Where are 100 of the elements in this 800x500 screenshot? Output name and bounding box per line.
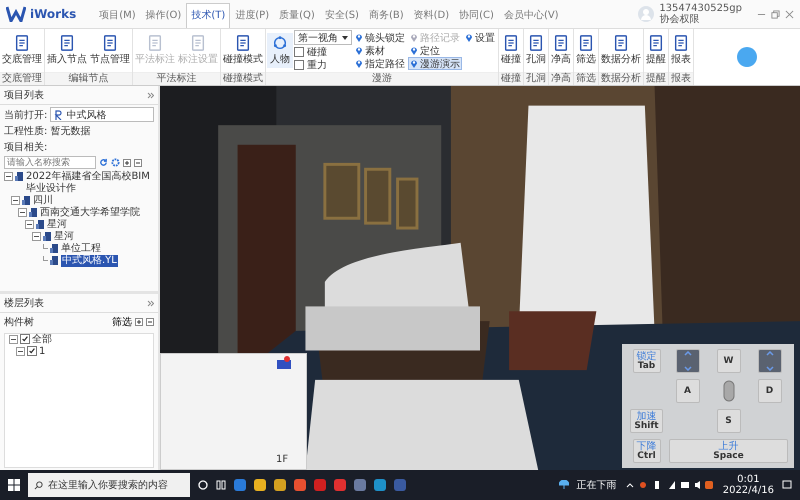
toolbar-button[interactable]: 提醒 xyxy=(645,34,667,67)
checkbox-option[interactable]: 碰撞 xyxy=(294,46,352,58)
checkbox[interactable] xyxy=(20,334,30,344)
filter-button[interactable]: 筛选 xyxy=(112,315,132,329)
person-button[interactable]: 人物 xyxy=(267,33,293,68)
toolbar-button[interactable]: 碰撞模式 xyxy=(222,34,264,67)
collapse-icon[interactable] xyxy=(11,196,20,205)
menu-tab[interactable]: 进度(P) xyxy=(230,3,274,28)
key-button[interactable]: 下降 Ctrl xyxy=(632,439,660,463)
toolbar-button[interactable]: 数据分析 xyxy=(600,34,642,67)
minus-icon[interactable] xyxy=(146,318,154,326)
document-icon xyxy=(147,35,163,51)
tree-item[interactable]: 中式风格.YL xyxy=(61,255,118,267)
project-dropdown[interactable]: 中式风格 xyxy=(50,107,154,122)
key-button[interactable]: 锁定 Tab xyxy=(632,349,660,373)
collapse-icon[interactable] xyxy=(32,232,41,241)
settings-icon[interactable] xyxy=(111,158,120,167)
circle-icon[interactable] xyxy=(198,480,208,490)
key-button[interactable]: 加速 Shift xyxy=(630,409,663,433)
plus-icon[interactable] xyxy=(135,318,143,326)
field-label: 工程性质: xyxy=(4,124,48,138)
pin-icon xyxy=(465,33,473,42)
tree-item[interactable]: 西南交通大学希望学院 xyxy=(40,207,140,219)
menu-tab[interactable]: 资料(D) xyxy=(408,3,454,28)
collapse-icon[interactable] xyxy=(25,220,34,229)
key-button[interactable]: 上升 Space xyxy=(669,439,788,463)
toolbar-button[interactable]: 节点管理 xyxy=(89,34,131,67)
minimap-panel[interactable]: 1F xyxy=(160,353,307,470)
key-button[interactable]: A xyxy=(676,379,700,403)
view-dropdown[interactable]: 第一视角 xyxy=(294,30,352,45)
plus-icon[interactable] xyxy=(123,158,131,166)
search-icon xyxy=(34,480,43,490)
refresh-icon[interactable] xyxy=(99,158,108,167)
toolbar-button[interactable]: 交底管理 xyxy=(1,34,43,67)
building-icon xyxy=(50,243,59,253)
tree-item[interactable]: 2022年福建省全国高校BIM毕业设计作 xyxy=(26,171,158,195)
minus-icon[interactable] xyxy=(134,158,142,166)
key-button[interactable]: W xyxy=(716,349,740,373)
tree-item[interactable]: 星河 xyxy=(54,231,74,243)
taskbar-app-icon-row-drawing[interactable] xyxy=(234,479,406,491)
toolbar-button[interactable]: 插入节点 xyxy=(46,34,88,67)
menu-tab[interactable]: 操作(O) xyxy=(140,3,186,28)
tree-item[interactable]: 全部 xyxy=(32,334,52,346)
group-label: 平法标注 xyxy=(133,72,220,85)
checkbox[interactable] xyxy=(294,47,304,57)
menu-tab[interactable]: 项目(M) xyxy=(94,3,141,28)
key-button[interactable]: S xyxy=(716,409,740,433)
roam-option[interactable]: 定位 xyxy=(408,44,462,57)
collapse-icon[interactable] xyxy=(147,92,154,98)
checkbox-option[interactable]: 重力 xyxy=(294,59,352,71)
tree-item[interactable]: 单位工程 xyxy=(61,243,101,255)
checkbox[interactable] xyxy=(27,346,37,356)
menu-tab[interactable]: 安全(S) xyxy=(320,3,364,28)
rotate-key-icon[interactable] xyxy=(676,349,700,373)
checkbox-label: 重力 xyxy=(307,58,327,72)
restore-icon[interactable] xyxy=(771,10,780,18)
pin-icon xyxy=(410,33,418,42)
rotate-key-icon[interactable] xyxy=(758,349,782,373)
roam-option[interactable]: 漫游演示 xyxy=(408,57,462,70)
toolbar-button[interactable]: 筛选 xyxy=(575,34,597,67)
close-icon[interactable] xyxy=(785,10,794,18)
menu-tab[interactable]: 商务(B) xyxy=(364,3,409,28)
key-button[interactable]: D xyxy=(758,379,782,403)
start-icon[interactable] xyxy=(8,479,20,491)
search-field[interactable]: 请输入名称搜索 xyxy=(4,156,96,169)
clock-date: 2022/4/16 xyxy=(722,485,774,496)
notification-icon[interactable] xyxy=(782,480,792,490)
tree-item[interactable]: 星河 xyxy=(47,219,67,231)
tree-item[interactable]: 四川 xyxy=(33,195,53,207)
camera-marker-icon xyxy=(276,356,292,370)
menu-tab[interactable]: 技术(T) xyxy=(186,3,230,28)
roam-option[interactable]: 镜头锁定 xyxy=(353,31,407,44)
task-view-icon[interactable] xyxy=(216,480,226,490)
account-role: 协会权限 xyxy=(659,14,700,25)
building-icon xyxy=(15,171,24,181)
collapse-icon[interactable] xyxy=(4,172,13,181)
toolbar-button[interactable]: 报表 xyxy=(670,34,692,67)
menu-tab[interactable]: 会员中心(V) xyxy=(498,3,564,28)
group-label: 孔洞 xyxy=(524,72,548,85)
caret-icon xyxy=(342,36,348,40)
tray-icons-drawing[interactable] xyxy=(624,480,715,490)
floor-label: 1F xyxy=(276,454,288,465)
collapse-icon[interactable] xyxy=(18,208,27,217)
document-icon xyxy=(59,35,75,51)
taskbar-search-field[interactable]: 在这里输入你要搜索的内容 xyxy=(28,473,190,497)
account-name: 13547430525gp xyxy=(659,3,742,14)
checkbox[interactable] xyxy=(294,60,304,70)
roam-option[interactable]: 素材 xyxy=(353,44,407,57)
mouse-icon xyxy=(722,380,734,402)
menu-tab[interactable]: 质量(Q) xyxy=(274,3,320,28)
group-label: 漫游 xyxy=(266,72,498,85)
toolbar-button[interactable]: 碰撞 xyxy=(500,34,522,67)
toolbar-button[interactable]: 净高 xyxy=(550,34,572,67)
tree-item[interactable]: 1 xyxy=(39,346,46,358)
menu-tab[interactable]: 协同(C) xyxy=(454,3,499,28)
roam-option[interactable]: 设置 xyxy=(463,31,497,44)
toolbar-button[interactable]: 孔洞 xyxy=(525,34,547,67)
collapse-icon[interactable] xyxy=(147,300,154,306)
roam-option[interactable]: 指定路径 xyxy=(353,57,407,70)
group-label: 筛选 xyxy=(574,72,598,85)
